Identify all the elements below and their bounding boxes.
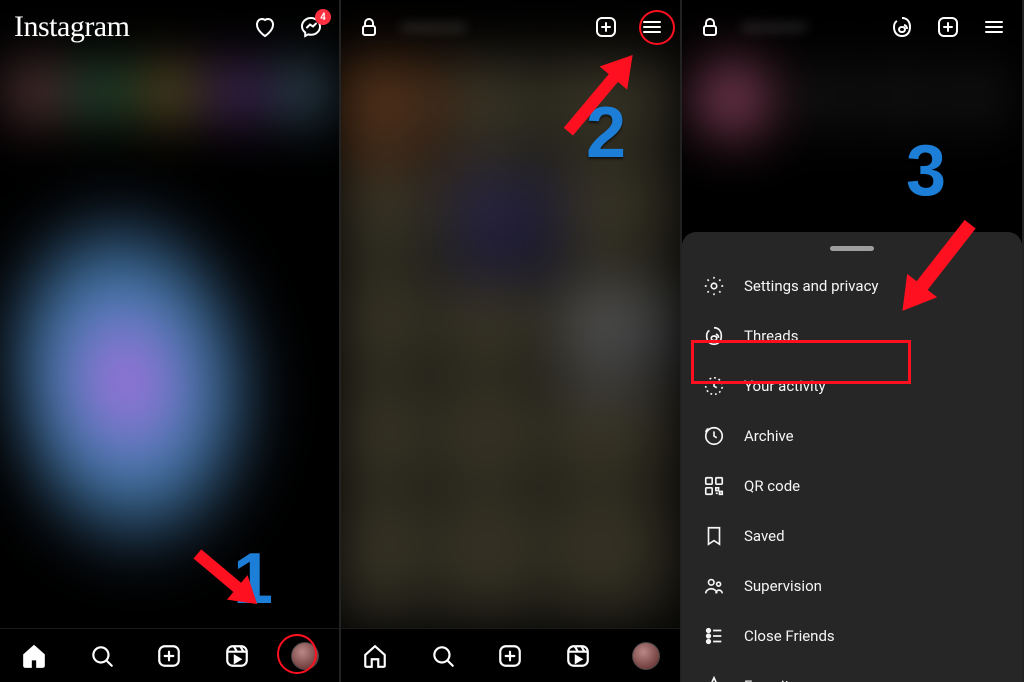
nav-reels-icon[interactable] [564,642,592,670]
closefriends-icon [702,624,726,648]
username-blurred: •••••••••••• [401,18,466,37]
menu-bottom-sheet: Settings and privacy Threads Your activi… [682,232,1022,682]
star-icon [702,674,726,682]
menu-item-settings-and-privacy[interactable]: Settings and privacy [682,261,1022,311]
menu-item-label: Favorites [744,677,805,682]
menu-item-label: Saved [744,527,785,545]
menu-item-qr-code[interactable]: QR code [682,461,1022,511]
bookmark-icon [702,524,726,548]
nav-home-icon[interactable] [20,642,48,670]
panel-3-menu: •••••••••••• Settings and privacy Thread… [682,0,1024,682]
gear-icon [702,274,726,298]
archive-icon [702,424,726,448]
menu-item-threads[interactable]: Threads [682,311,1022,361]
nav-create-icon[interactable] [155,642,183,670]
menu-item-archive[interactable]: Archive [682,411,1022,461]
panel-1-home: Instagram 4 1 [0,0,341,682]
nav-reels-icon[interactable] [223,642,251,670]
create-icon[interactable] [592,13,620,41]
avatar-icon [632,642,660,670]
profile-topbar: •••••••••••• [682,0,1022,54]
menu-item-favorites[interactable]: Favorites [682,661,1022,682]
hamburger-menu-icon[interactable] [980,13,1008,41]
nav-search-icon[interactable] [429,642,457,670]
instagram-logo[interactable]: Instagram [14,10,129,44]
username-blurred: •••••••••••• [742,18,807,37]
menu-item-label: Threads [744,327,798,345]
activity-icon [702,374,726,398]
qrcode-icon [702,474,726,498]
menu-item-label: Archive [744,427,794,445]
menu-item-supervision[interactable]: Supervision [682,561,1022,611]
supervision-icon [702,574,726,598]
hamburger-menu-icon[interactable] [638,13,666,41]
panel-2-profile: •••••••••••• 2 [341,0,682,682]
menu-item-label: QR code [744,477,800,495]
blurred-background [341,0,680,682]
dm-badge: 4 [315,9,331,25]
threads-link-icon[interactable] [888,13,916,41]
nav-search-icon[interactable] [88,642,116,670]
blurred-background [0,0,339,682]
lock-icon [355,13,383,41]
sheet-drag-handle[interactable] [830,246,874,251]
menu-item-label: Your activity [744,377,826,395]
nav-create-icon[interactable] [496,642,524,670]
menu-item-saved[interactable]: Saved [682,511,1022,561]
home-topbar: Instagram 4 [0,0,339,54]
threads-icon [702,324,726,348]
menu-item-close-friends[interactable]: Close Friends [682,611,1022,661]
create-icon[interactable] [934,13,962,41]
profile-topbar: •••••••••••• [341,0,680,54]
messenger-icon[interactable]: 4 [297,13,325,41]
menu-item-your-activity[interactable]: Your activity [682,361,1022,411]
menu-item-label: Close Friends [744,627,835,645]
avatar-icon [291,642,319,670]
menu-item-label: Supervision [744,577,822,595]
notifications-heart-icon[interactable] [251,13,279,41]
menu-item-label: Settings and privacy [744,277,879,295]
nav-home-icon[interactable] [361,642,389,670]
lock-icon [696,13,724,41]
bottom-nav [341,628,680,682]
nav-profile-avatar[interactable] [291,642,319,670]
nav-profile-avatar[interactable] [632,642,660,670]
bottom-nav [0,628,339,682]
